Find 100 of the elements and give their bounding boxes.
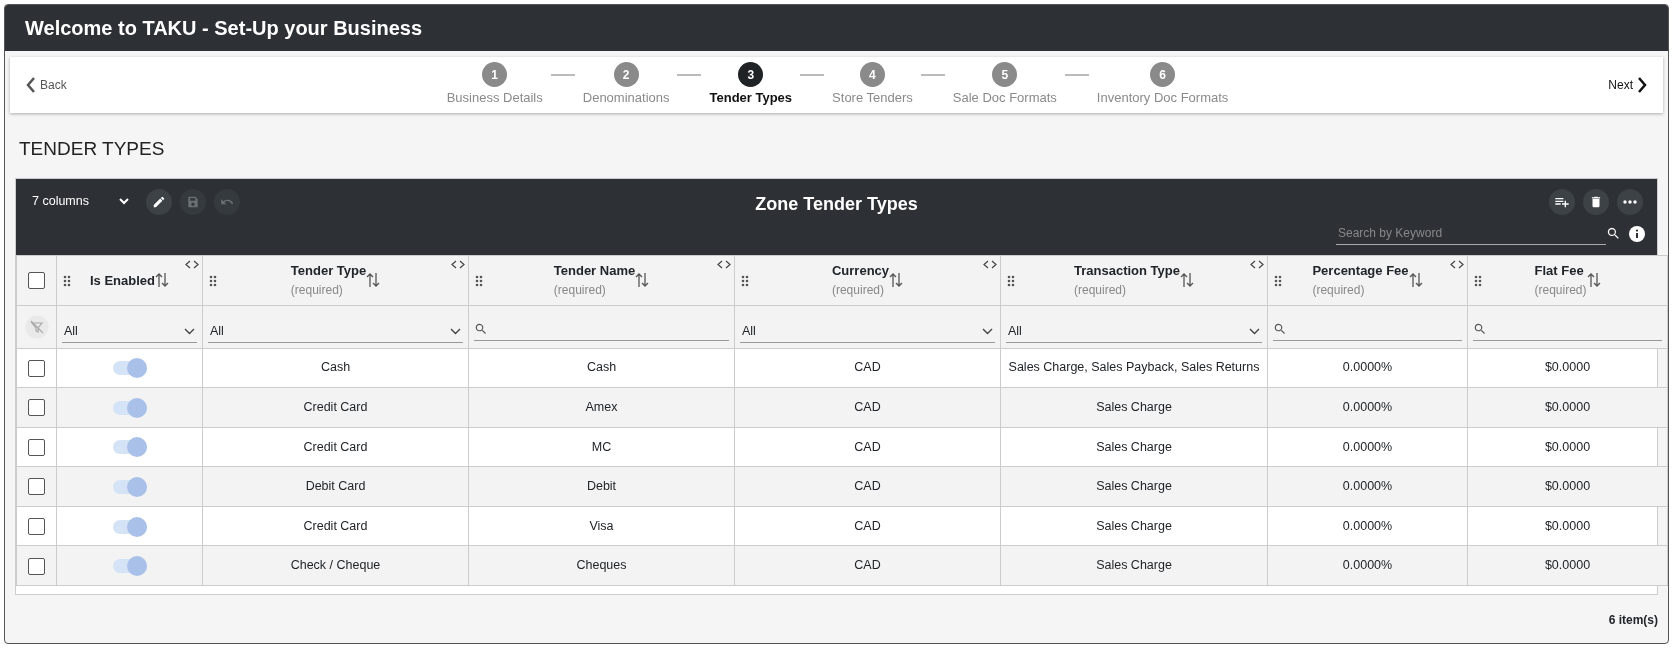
column-header[interactable]: Currency (required) [831, 261, 890, 299]
sort-icon[interactable] [1408, 272, 1423, 288]
columns-dropdown[interactable]: 7 columns [31, 191, 130, 212]
table-cell: $0.0000 [1544, 400, 1591, 414]
chevron-down-icon [184, 327, 195, 335]
enabled-toggle[interactable] [112, 519, 147, 534]
table-cell: Sales Charge, Sales Payback, Sales Returns [1008, 360, 1260, 375]
table-cell: Credit Card [303, 518, 368, 533]
drag-handle-icon[interactable] [475, 274, 483, 287]
row-checkbox[interactable] [28, 359, 45, 377]
step-tab[interactable]: 2 Denominations [582, 62, 670, 108]
resize-icon[interactable] [983, 259, 997, 269]
drag-handle-icon[interactable] [1274, 274, 1282, 287]
drag-handle-icon[interactable] [63, 274, 71, 287]
enabled-toggle[interactable] [112, 361, 147, 376]
caret-icon [119, 198, 129, 205]
select-all-checkbox[interactable] [28, 272, 45, 290]
table-cell: Check / Cheque [290, 558, 381, 573]
table-cell: Sales Charge [1096, 439, 1172, 454]
step-tab[interactable]: 6 Inventory Doc Formats [1096, 62, 1229, 108]
sort-icon[interactable] [155, 272, 169, 288]
table-cell: CAD [854, 558, 881, 573]
resize-icon[interactable] [451, 259, 465, 269]
add-row-button[interactable] [1549, 188, 1575, 215]
save-icon [186, 194, 200, 209]
keyword-search-field[interactable]: Search by Keyword [1336, 222, 1606, 245]
enabled-toggle[interactable] [112, 400, 147, 415]
row-checkbox[interactable] [28, 557, 45, 575]
table-cell: Cheques [576, 558, 627, 573]
table-cell: Credit Card [303, 400, 368, 414]
table-cell: CAD [854, 400, 881, 414]
chevron-down-icon [1249, 327, 1260, 335]
table-cell: Visa [589, 518, 614, 533]
table-cell: CAD [854, 360, 881, 375]
save-button[interactable] [180, 188, 206, 215]
step-number-circle: 4 [859, 62, 885, 88]
edit-button[interactable] [146, 188, 172, 215]
column-header[interactable]: Is Enabled [90, 271, 155, 291]
table-cell: Credit Card [303, 439, 368, 454]
sort-icon[interactable] [635, 272, 650, 288]
chevron-right-icon [1637, 77, 1647, 93]
resize-icon[interactable] [717, 259, 731, 269]
pencil-icon [152, 194, 166, 209]
enabled-toggle[interactable] [112, 440, 147, 455]
table-cell: $0.0000 [1544, 558, 1591, 573]
search-icon [1273, 322, 1287, 336]
trash-icon [1589, 194, 1603, 209]
chevron-down-icon [982, 327, 993, 335]
row-checkbox[interactable] [28, 438, 45, 456]
resize-icon[interactable] [1450, 259, 1464, 269]
step-tab[interactable]: 4 Store Tenders [832, 62, 913, 108]
info-icon[interactable] [1629, 225, 1645, 242]
sort-icon[interactable] [889, 272, 904, 288]
table-cell: Debit [586, 479, 617, 494]
enabled-toggle[interactable] [112, 559, 147, 574]
drag-handle-icon[interactable] [741, 274, 749, 287]
table-cell: Sales Charge [1096, 518, 1172, 533]
resize-icon[interactable] [1250, 259, 1264, 269]
step-number-circle: 1 [482, 62, 508, 88]
table-cell: Sales Charge [1096, 479, 1172, 494]
table-cell: CAD [854, 518, 881, 533]
item-count: 6 item(s) [1608, 613, 1658, 628]
grid-title: Zone Tender Types [755, 193, 918, 214]
table-cell: CAD [854, 439, 881, 454]
table-cell: 0.0000% [1342, 400, 1393, 414]
row-checkbox[interactable] [28, 478, 45, 496]
undo-button[interactable] [214, 188, 240, 215]
search-icon [474, 322, 488, 336]
drag-handle-icon[interactable] [1007, 274, 1015, 287]
sort-icon[interactable] [366, 272, 381, 288]
step-tab[interactable]: 3 Tender Types [709, 62, 793, 108]
table-cell: 0.0000% [1342, 479, 1393, 494]
step-tab[interactable]: 1 Business Details [446, 62, 543, 108]
step-tab[interactable]: 5 Sale Doc Formats [952, 62, 1057, 108]
delete-button[interactable] [1583, 188, 1609, 215]
row-checkbox[interactable] [28, 518, 45, 535]
table-cell: $0.0000 [1544, 439, 1591, 454]
row-checkbox[interactable] [28, 399, 45, 417]
section-title: TENDER TYPES [19, 138, 165, 159]
enabled-toggle[interactable] [112, 479, 147, 494]
chevron-left-icon [26, 77, 36, 93]
search-icon [1473, 322, 1487, 336]
step-number-circle: 5 [992, 62, 1018, 88]
next-button[interactable]: Next [1604, 72, 1651, 98]
step-number-circle: 2 [613, 62, 639, 88]
sort-icon[interactable] [1180, 272, 1194, 288]
sort-icon[interactable] [1586, 272, 1601, 288]
back-button[interactable]: Back [22, 72, 71, 98]
step-number-circle: 3 [738, 62, 764, 88]
table-cell: Debit Card [305, 479, 366, 494]
table-cell: 0.0000% [1342, 558, 1393, 573]
more-button[interactable] [1617, 188, 1643, 215]
resize-icon[interactable] [185, 259, 199, 269]
table-cell: MC [591, 439, 612, 454]
table-cell: $0.0000 [1544, 479, 1591, 494]
drag-handle-icon[interactable] [209, 274, 217, 287]
table-cell: 0.0000% [1342, 439, 1393, 454]
table-cell: Cash [320, 360, 351, 375]
drag-handle-icon[interactable] [1474, 274, 1482, 287]
table-cell: CAD [854, 479, 881, 494]
